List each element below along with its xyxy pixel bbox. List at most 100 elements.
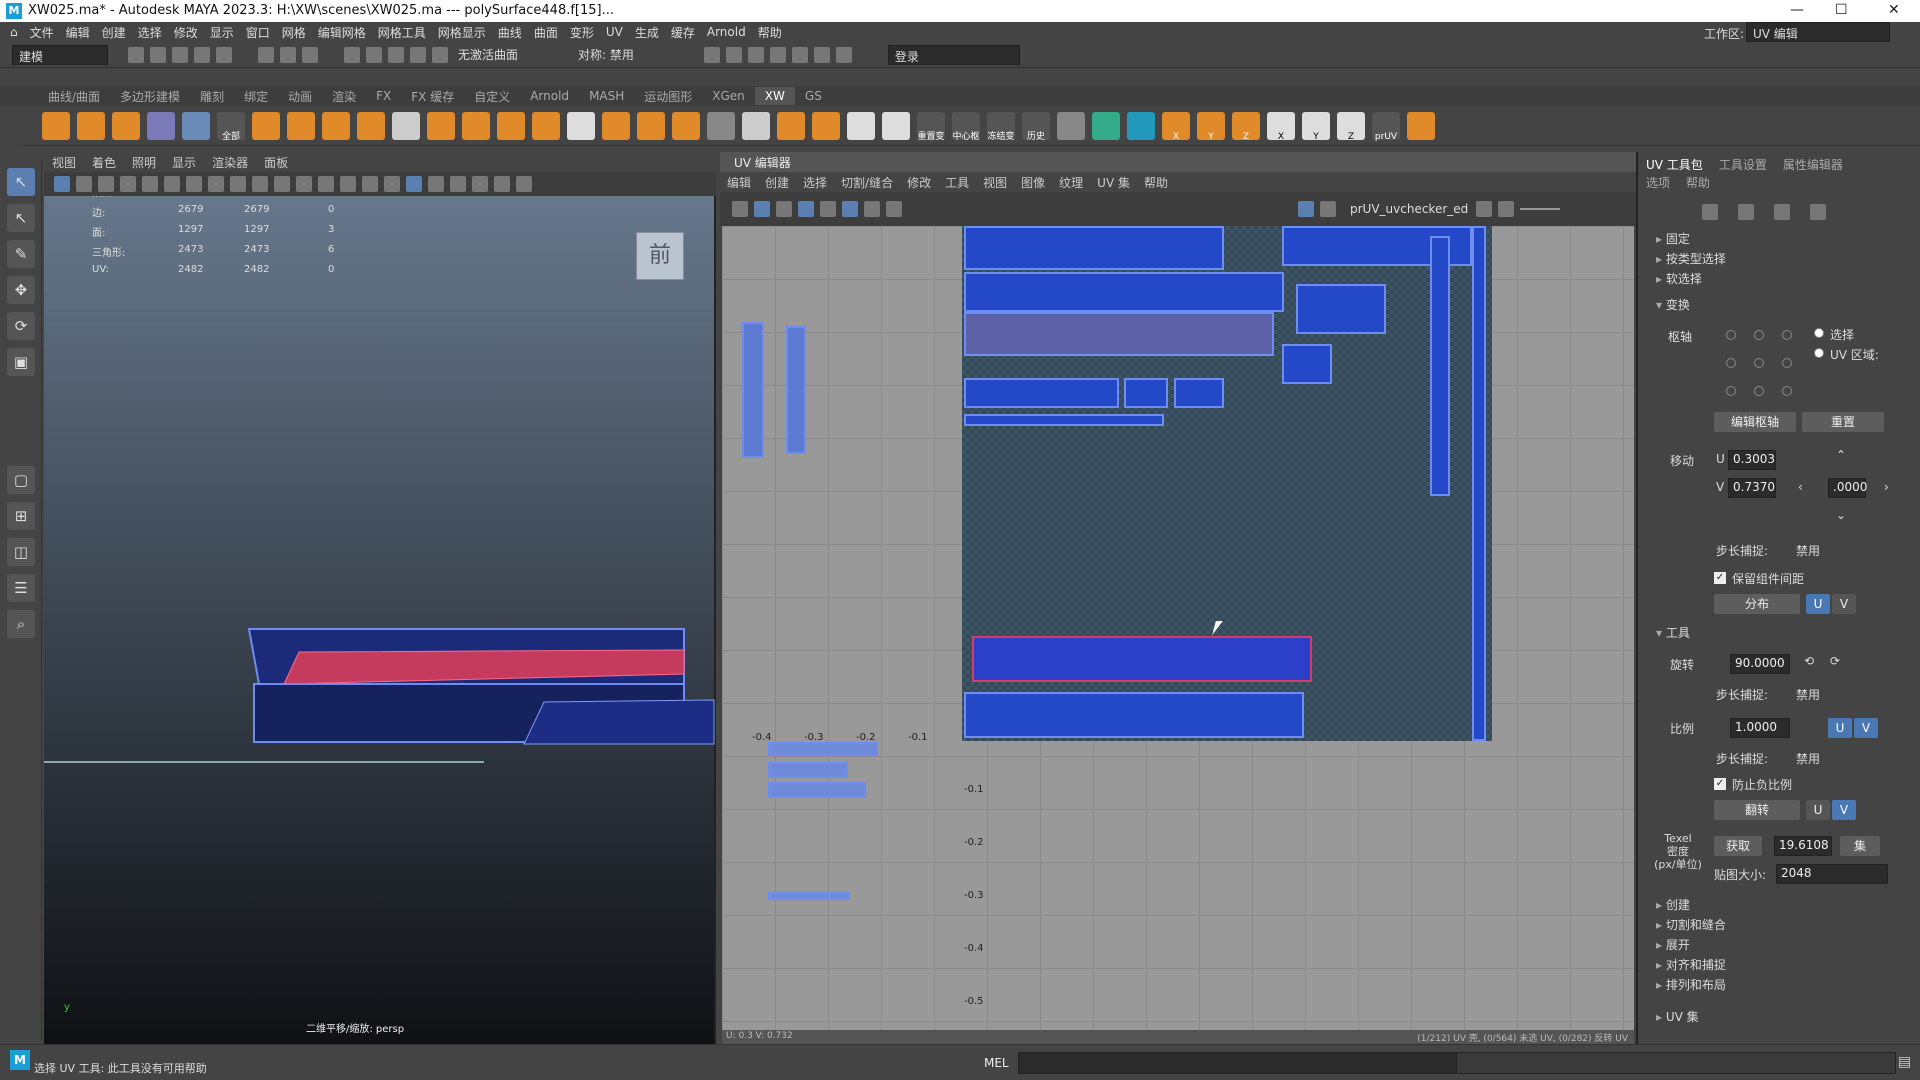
close-icon[interactable]: ✕ (1888, 2, 1900, 18)
step-snap-dropdown[interactable]: 禁用 (1796, 542, 1820, 559)
rotate-ccw-icon[interactable]: ⟲ (1804, 654, 1814, 668)
section-cut-sew[interactable]: 切割和缝合 (1656, 916, 1726, 933)
move-v-field[interactable]: 0.7370 (1728, 478, 1776, 498)
flip-u-button[interactable]: U (1806, 800, 1830, 820)
shelf-tool-icon[interactable] (1407, 111, 1435, 140)
uv-menu-item[interactable]: 编辑 (727, 174, 751, 191)
shelf-tool-icon[interactable] (497, 111, 525, 140)
live-surface-label[interactable]: 无激活曲面 (458, 46, 518, 63)
shadow-icon[interactable] (472, 176, 488, 192)
uv-shell[interactable] (964, 312, 1274, 356)
home-icon[interactable]: ⌂ (10, 25, 18, 39)
shelf-tab[interactable]: MASH (579, 87, 634, 105)
shelf-tab[interactable]: FX (366, 87, 401, 105)
workspace-dropdown[interactable]: UV 编辑 (1746, 22, 1890, 42)
paint-select-icon[interactable]: ✎ (7, 240, 35, 268)
render-view-icon[interactable] (725, 46, 742, 63)
shelf-grid-icon[interactable] (707, 111, 735, 140)
uv-border-icon[interactable] (798, 201, 814, 217)
menu-item[interactable]: 编辑 (66, 24, 90, 41)
viewport-icon[interactable] (230, 176, 246, 192)
viewport-menu-item[interactable]: 着色 (92, 154, 116, 171)
shelf-grid-icon[interactable] (357, 111, 385, 140)
uv-shell[interactable] (964, 414, 1164, 426)
symmetry-label[interactable]: 对称: 禁用 (578, 46, 634, 63)
rotate-tool-icon[interactable]: ⟳ (7, 312, 35, 340)
viewport-icon[interactable] (208, 176, 224, 192)
scale-u-button[interactable]: U (1828, 718, 1852, 738)
uv-menu-item[interactable]: 视图 (983, 174, 1007, 191)
section-align-snap[interactable]: 对齐和捕捉 (1656, 956, 1726, 973)
uv-distortion-icon[interactable] (776, 201, 792, 217)
shelf-tool-icon[interactable] (427, 111, 455, 140)
menu-item[interactable]: UV (606, 25, 623, 39)
toolkit-help-menu[interactable]: 帮助 (1678, 172, 1718, 193)
section-unfold[interactable]: 展开 (1656, 936, 1690, 953)
distribute-button[interactable]: 分布 (1714, 594, 1800, 614)
uv-shell[interactable] (768, 742, 878, 756)
viewport-icon[interactable] (362, 176, 378, 192)
section-pin[interactable]: 固定 (1656, 230, 1690, 247)
uv-shell[interactable] (786, 326, 806, 454)
move-u-field[interactable]: 0.3003 (1728, 450, 1776, 470)
viewport-icon[interactable] (340, 176, 356, 192)
shelf-freeze-transform-icon[interactable]: 冻结变 (987, 111, 1015, 142)
camera-icon[interactable] (54, 176, 70, 192)
step-snap-dropdown[interactable]: 禁用 (1796, 686, 1820, 703)
shelf-tool-icon[interactable] (847, 111, 875, 140)
shelf-z-icon[interactable]: Z (1337, 111, 1365, 142)
uv-menu-item[interactable]: 选择 (803, 174, 827, 191)
menu-item[interactable]: Arnold (707, 25, 746, 39)
shelf-mirror-x-icon[interactable]: X (1162, 111, 1190, 142)
mel-label[interactable]: MEL (984, 1056, 1009, 1070)
shelf-tab[interactable]: 动画 (278, 86, 322, 107)
shelf-tab[interactable]: Arnold (520, 87, 579, 105)
uv-shell[interactable] (1282, 344, 1332, 384)
uv-shell[interactable] (1124, 378, 1168, 408)
menu-item[interactable]: 网格 (282, 24, 306, 41)
shelf-reset-transform-icon[interactable]: 重置变 (917, 111, 945, 142)
shelf-tool-icon[interactable] (812, 111, 840, 140)
shelf-tab[interactable]: 曲线/曲面 (38, 86, 110, 107)
menu-item[interactable]: 曲线 (498, 24, 522, 41)
shelf-history-icon[interactable]: 历史 (1022, 111, 1050, 142)
move-left-icon[interactable]: ‹ (1798, 480, 1803, 494)
select-radio[interactable] (1814, 328, 1824, 338)
snap-view-icon[interactable] (410, 46, 426, 63)
section-uv-sets[interactable]: UV 集 (1656, 1008, 1699, 1025)
menu-item[interactable]: 缓存 (671, 24, 695, 41)
section-create[interactable]: 创建 (1656, 896, 1690, 913)
uv-exposure-slider[interactable] (1520, 208, 1561, 210)
uv-camera-icon[interactable] (886, 201, 902, 217)
texel-set-button[interactable]: 集 (1840, 836, 1880, 856)
shelf-tab[interactable]: 多边形建模 (110, 86, 190, 107)
rotate-cw-icon[interactable]: ⟳ (1830, 654, 1840, 668)
move-tool-icon[interactable]: ✥ (7, 276, 35, 304)
shelf-tool-icon[interactable] (532, 111, 560, 140)
uv-shell[interactable] (768, 892, 850, 900)
menu-item[interactable]: 生成 (635, 24, 659, 41)
render-icon[interactable] (703, 46, 720, 63)
command-input[interactable] (1018, 1052, 1458, 1074)
select-component-icon[interactable] (302, 46, 318, 63)
pivot-radio[interactable] (1754, 330, 1764, 340)
uv-shell[interactable] (768, 762, 848, 778)
menu-item[interactable]: 变形 (570, 24, 594, 41)
search-icon[interactable]: ⌕ (7, 610, 35, 638)
uv-checker-icon[interactable] (842, 201, 858, 217)
shelf-cube-icon[interactable] (77, 111, 105, 140)
shelf-mirror-z-icon[interactable]: Z (1232, 111, 1260, 142)
section-arrange-layout[interactable]: 排列和布局 (1656, 976, 1726, 993)
menu-item[interactable]: 帮助 (758, 24, 782, 41)
uv-shell[interactable] (1472, 226, 1486, 741)
rotate-field[interactable]: 90.0000 (1730, 654, 1790, 674)
section-select-by-type[interactable]: 按类型选择 (1656, 250, 1726, 267)
toolkit-options-menu[interactable]: 选项 (1638, 172, 1678, 193)
pivot-radio[interactable] (1726, 358, 1736, 368)
uv-menu-item[interactable]: 纹理 (1059, 174, 1083, 191)
prevent-negative-scale-checkbox[interactable]: ✓ (1714, 778, 1726, 790)
menu-item[interactable]: 窗口 (246, 24, 270, 41)
uv-menu-item[interactable]: 帮助 (1144, 174, 1168, 191)
select-hierarchy-icon[interactable] (258, 46, 274, 63)
shelf-tab[interactable]: 雕刻 (190, 86, 234, 107)
